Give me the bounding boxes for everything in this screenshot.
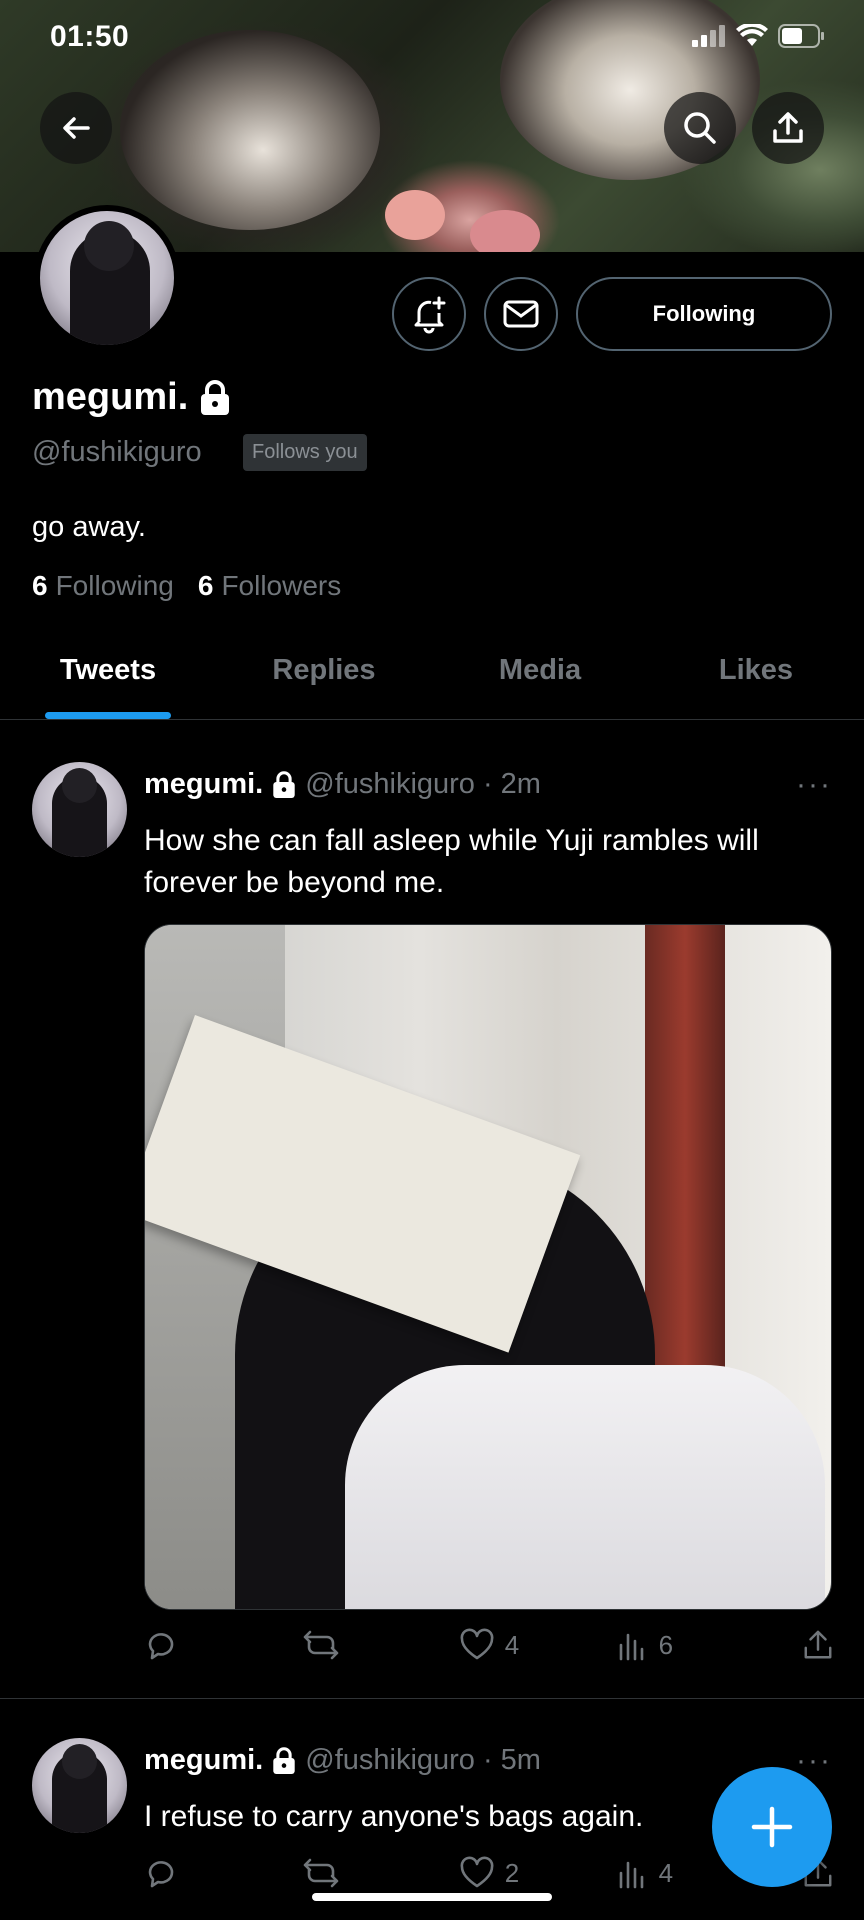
compose-tweet-button[interactable] (712, 1767, 832, 1887)
tweet-header: megumi. @fushikiguro · 5m (144, 1744, 541, 1777)
tweet-text: How she can fall asleep while Yuji rambl… (144, 824, 759, 899)
bell-plus-icon (414, 296, 446, 334)
status-time: 01:50 (50, 20, 130, 53)
views-button[interactable]: 6 (617, 1629, 677, 1661)
lock-icon (273, 1746, 295, 1774)
signal-icon (692, 25, 725, 47)
tweet-1[interactable]: megumi. @fushikiguro · 2m ··· How she ca… (0, 720, 864, 1700)
notifications-button[interactable] (392, 277, 466, 351)
following-button[interactable]: Following (576, 277, 832, 351)
retweet-button[interactable] (301, 1856, 361, 1890)
banner-flower (385, 190, 445, 240)
share-icon (804, 1630, 832, 1659)
tweet-time: · 5m (482, 1744, 541, 1776)
search-icon (684, 112, 716, 144)
views-count: 6 (658, 1629, 674, 1660)
battery-icon (778, 24, 824, 48)
profile-handle: @fushikiguro (32, 436, 202, 468)
tweet-handle: @fushikiguro (305, 768, 475, 800)
tweet-avatar[interactable] (32, 762, 127, 857)
like-count: 2 (504, 1857, 520, 1888)
tweet-avatar[interactable] (32, 1738, 127, 1833)
more-options-icon[interactable]: ··· (796, 768, 832, 802)
share-profile-button[interactable] (752, 92, 824, 164)
follow-counts: 6 Following 6 Followers (32, 570, 341, 602)
views-count: 4 (658, 1857, 674, 1888)
followers-link[interactable]: 6 Followers (198, 570, 341, 602)
reply-button[interactable] (144, 1628, 204, 1662)
reply-icon (148, 1861, 174, 1888)
reply-icon (148, 1633, 174, 1660)
tab-media[interactable]: Media (432, 640, 648, 719)
heart-icon (460, 1628, 494, 1660)
tweet-header: megumi. @fushikiguro · 2m (144, 768, 541, 801)
tweet-actions: 4 6 (144, 1628, 834, 1662)
analytics-icon (619, 1861, 643, 1889)
followers-label: Followers (221, 570, 342, 601)
avatar-head (62, 1744, 97, 1779)
banner-flower (470, 210, 540, 252)
lock-icon (273, 770, 295, 798)
more-options-icon[interactable]: ··· (796, 1744, 832, 1778)
profile-bio: go away. (32, 511, 146, 543)
profile-tabs: Tweets Replies Media Likes (0, 640, 864, 720)
back-button[interactable] (40, 92, 112, 164)
tweet-image[interactable] (144, 924, 832, 1610)
search-button[interactable] (664, 92, 736, 164)
like-count: 4 (504, 1629, 520, 1660)
mail-icon (503, 300, 539, 328)
tab-tweets[interactable]: Tweets (0, 640, 216, 719)
avatar-head (84, 221, 134, 271)
plus-icon (751, 1806, 793, 1848)
tweet-time: · 2m (482, 768, 541, 800)
profile-name: megumi. (32, 376, 232, 419)
following-label: Following (55, 570, 174, 601)
arrow-left-icon (63, 117, 90, 139)
retweet-icon (304, 1858, 339, 1888)
tweet-author-name[interactable]: megumi. (144, 768, 263, 801)
views-button[interactable]: 4 (617, 1857, 677, 1889)
tab-likes[interactable]: Likes (648, 640, 864, 719)
tweet-handle: @fushikiguro (305, 1744, 475, 1776)
following-link[interactable]: 6 Following (32, 570, 174, 602)
tweet-author-name[interactable]: megumi. (144, 1744, 263, 1777)
heart-icon (460, 1856, 494, 1888)
profile-avatar[interactable] (34, 205, 180, 351)
wifi-icon (736, 24, 768, 46)
analytics-icon (619, 1633, 643, 1661)
followers-count: 6 (197, 570, 214, 601)
image-shirt (345, 1365, 825, 1609)
banner-dog-left (120, 30, 380, 230)
tab-replies[interactable]: Replies (216, 640, 432, 719)
message-button[interactable] (484, 277, 558, 351)
following-count: 6 (32, 570, 48, 601)
share-icon (773, 112, 803, 143)
lock-icon (201, 379, 230, 415)
like-button[interactable]: 2 (459, 1856, 519, 1890)
retweet-button[interactable] (301, 1628, 361, 1662)
share-tweet-button[interactable] (774, 1629, 834, 1661)
status-icons (692, 24, 824, 48)
like-button[interactable]: 4 (459, 1628, 519, 1662)
follows-you-badge: Follows you (243, 434, 367, 471)
profile-name-text: megumi. (32, 376, 189, 418)
avatar-head (62, 768, 97, 803)
home-indicator[interactable] (312, 1893, 552, 1901)
retweet-icon (304, 1630, 339, 1660)
reply-button[interactable] (144, 1856, 204, 1890)
